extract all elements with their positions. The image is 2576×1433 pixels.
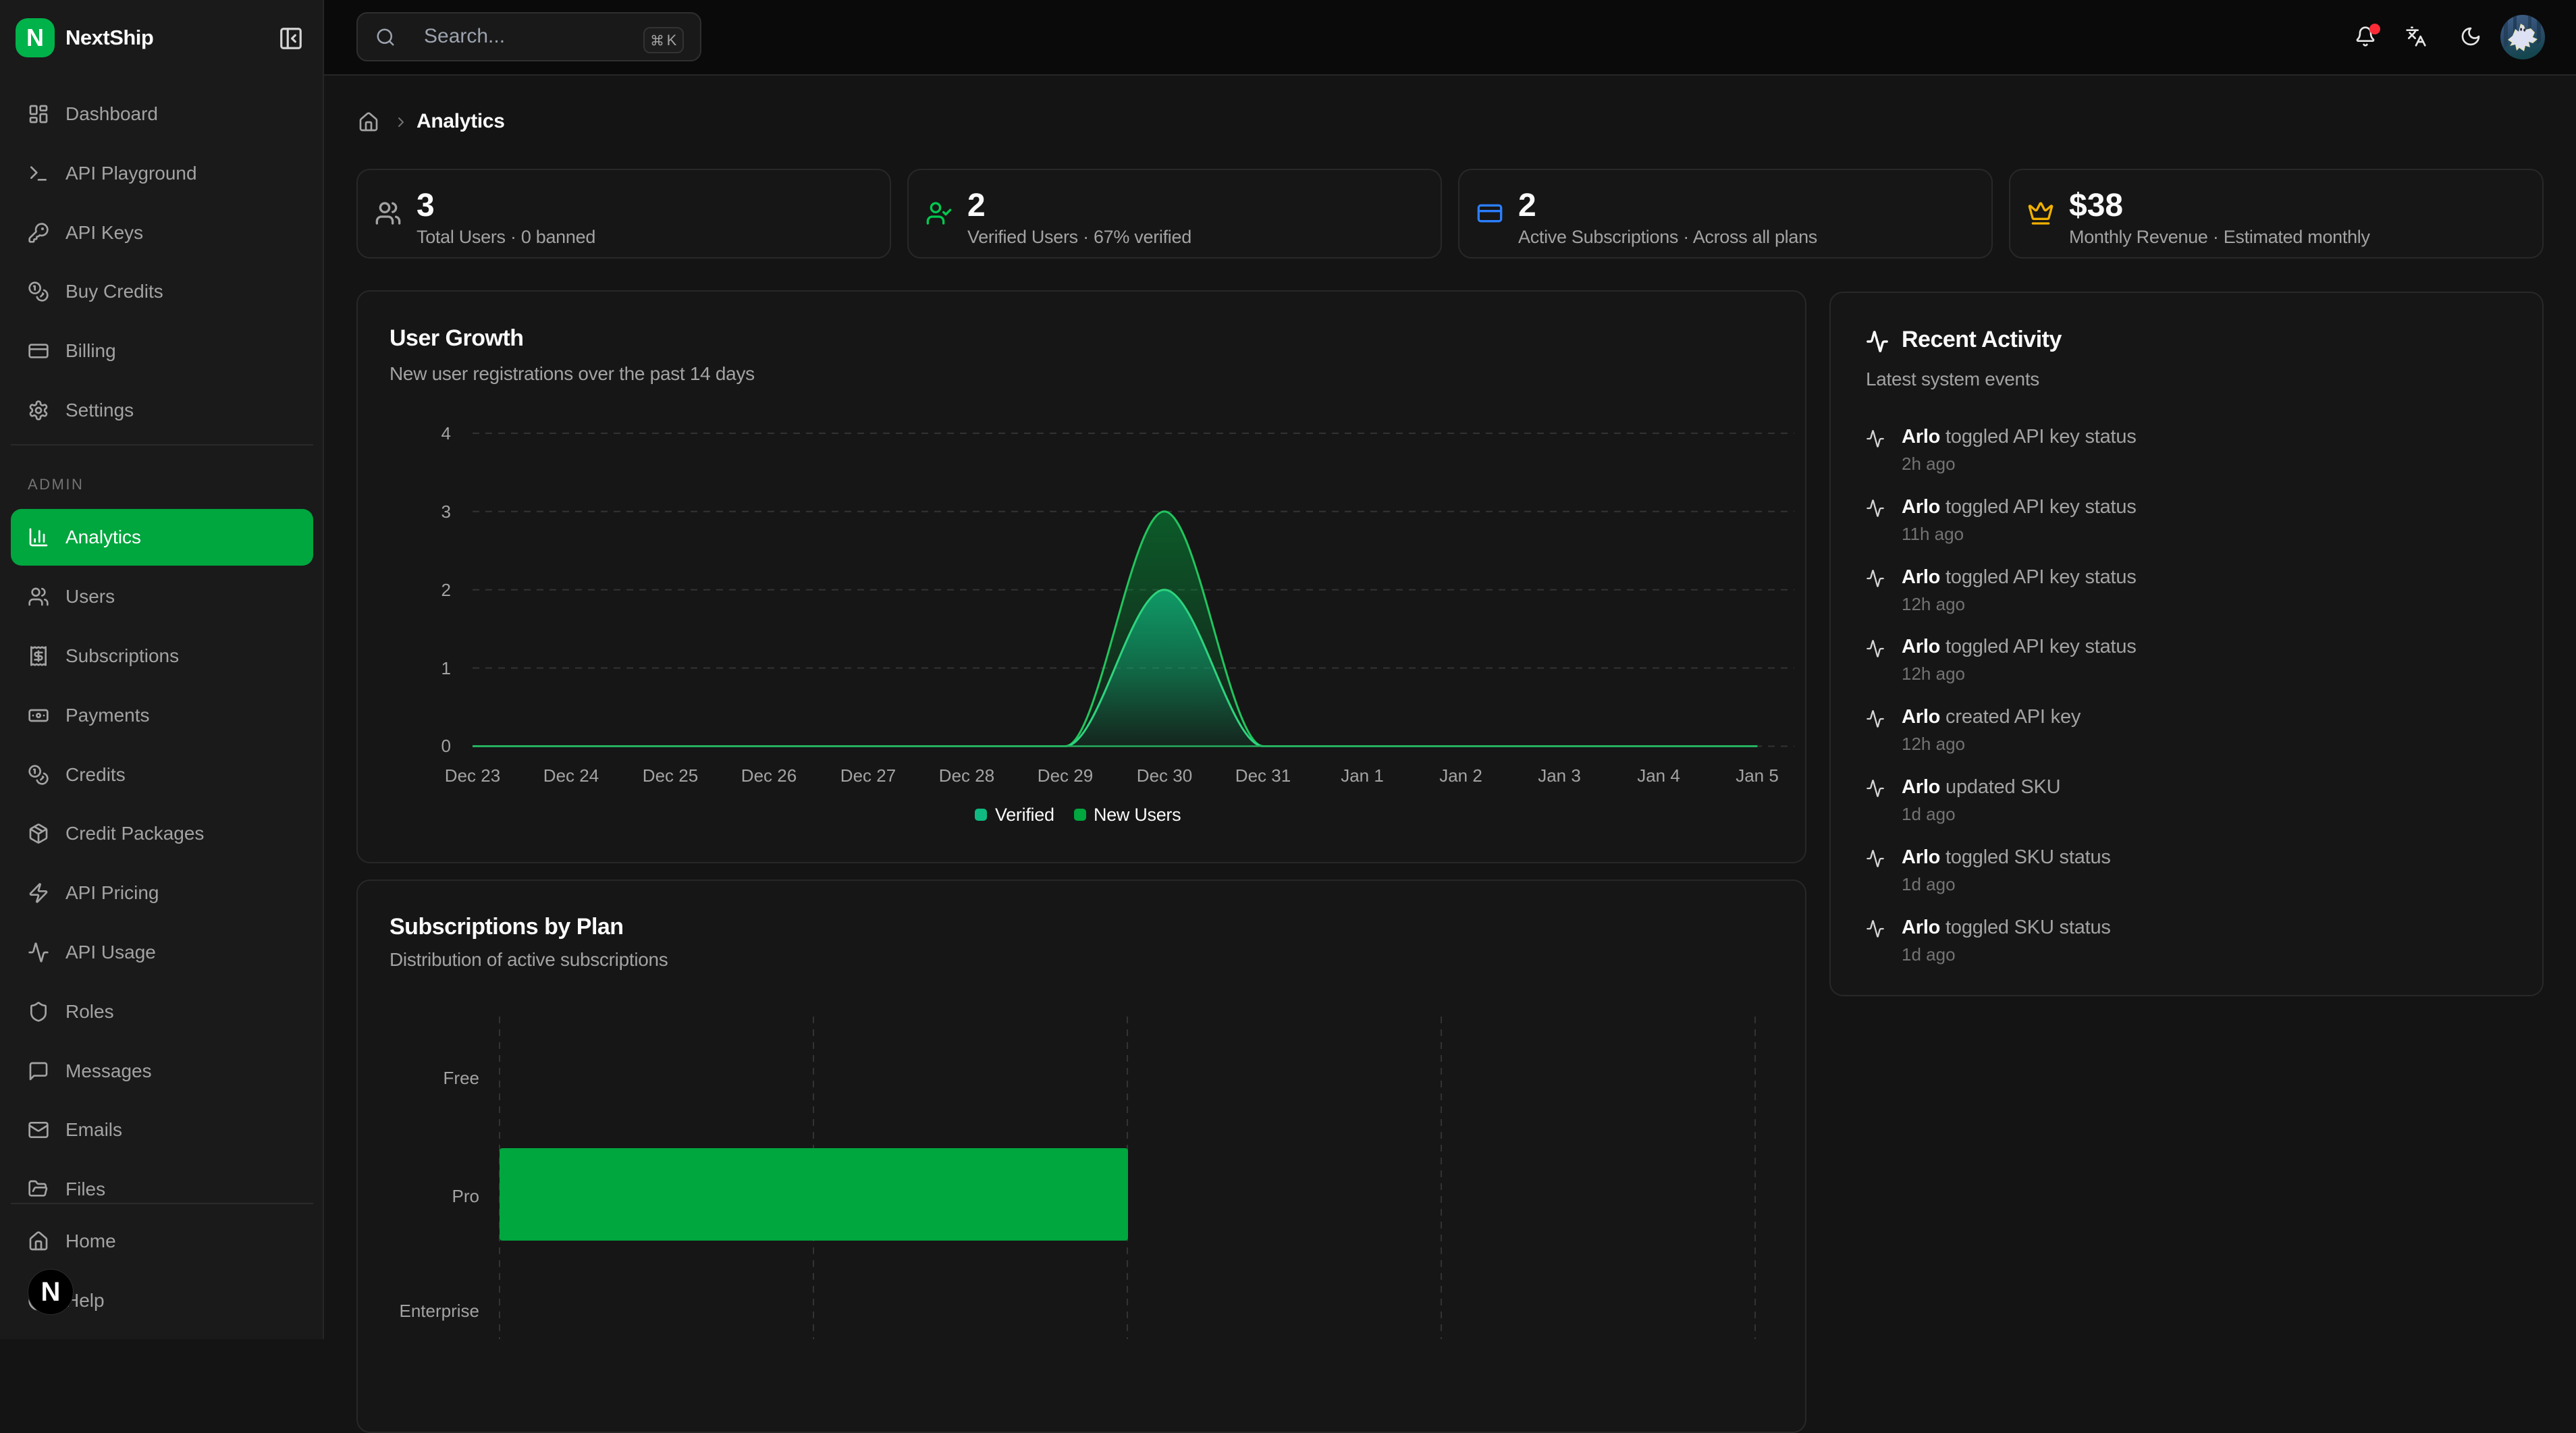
svg-text:Dec 25: Dec 25 bbox=[643, 765, 698, 786]
svg-text:Jan 2: Jan 2 bbox=[1439, 765, 1482, 786]
svg-text:3: 3 bbox=[441, 502, 451, 522]
svg-text:Free: Free bbox=[444, 1068, 479, 1088]
svg-text:4: 4 bbox=[441, 423, 451, 443]
svg-text:Dec 29: Dec 29 bbox=[1038, 765, 1093, 786]
svg-text:Dec 23: Dec 23 bbox=[445, 765, 500, 786]
svg-text:Verified: Verified bbox=[995, 805, 1054, 825]
svg-text:2: 2 bbox=[441, 580, 451, 600]
svg-text:Jan 4: Jan 4 bbox=[1637, 765, 1680, 786]
svg-text:Jan 5: Jan 5 bbox=[1736, 765, 1779, 786]
svg-text:Dec 28: Dec 28 bbox=[939, 765, 994, 786]
svg-text:Dec 27: Dec 27 bbox=[840, 765, 896, 786]
svg-text:Dec 24: Dec 24 bbox=[543, 765, 599, 786]
svg-text:0: 0 bbox=[441, 736, 451, 756]
svg-text:Jan 1: Jan 1 bbox=[1341, 765, 1384, 786]
svg-text:Dec 30: Dec 30 bbox=[1137, 765, 1192, 786]
svg-text:New Users: New Users bbox=[1094, 805, 1181, 825]
svg-text:Dec 31: Dec 31 bbox=[1235, 765, 1291, 786]
svg-text:Enterprise: Enterprise bbox=[400, 1301, 480, 1321]
svg-text:Dec 26: Dec 26 bbox=[741, 765, 797, 786]
svg-text:1: 1 bbox=[441, 658, 451, 678]
svg-text:Jan 3: Jan 3 bbox=[1538, 765, 1581, 786]
svg-text:Pro: Pro bbox=[452, 1186, 479, 1206]
